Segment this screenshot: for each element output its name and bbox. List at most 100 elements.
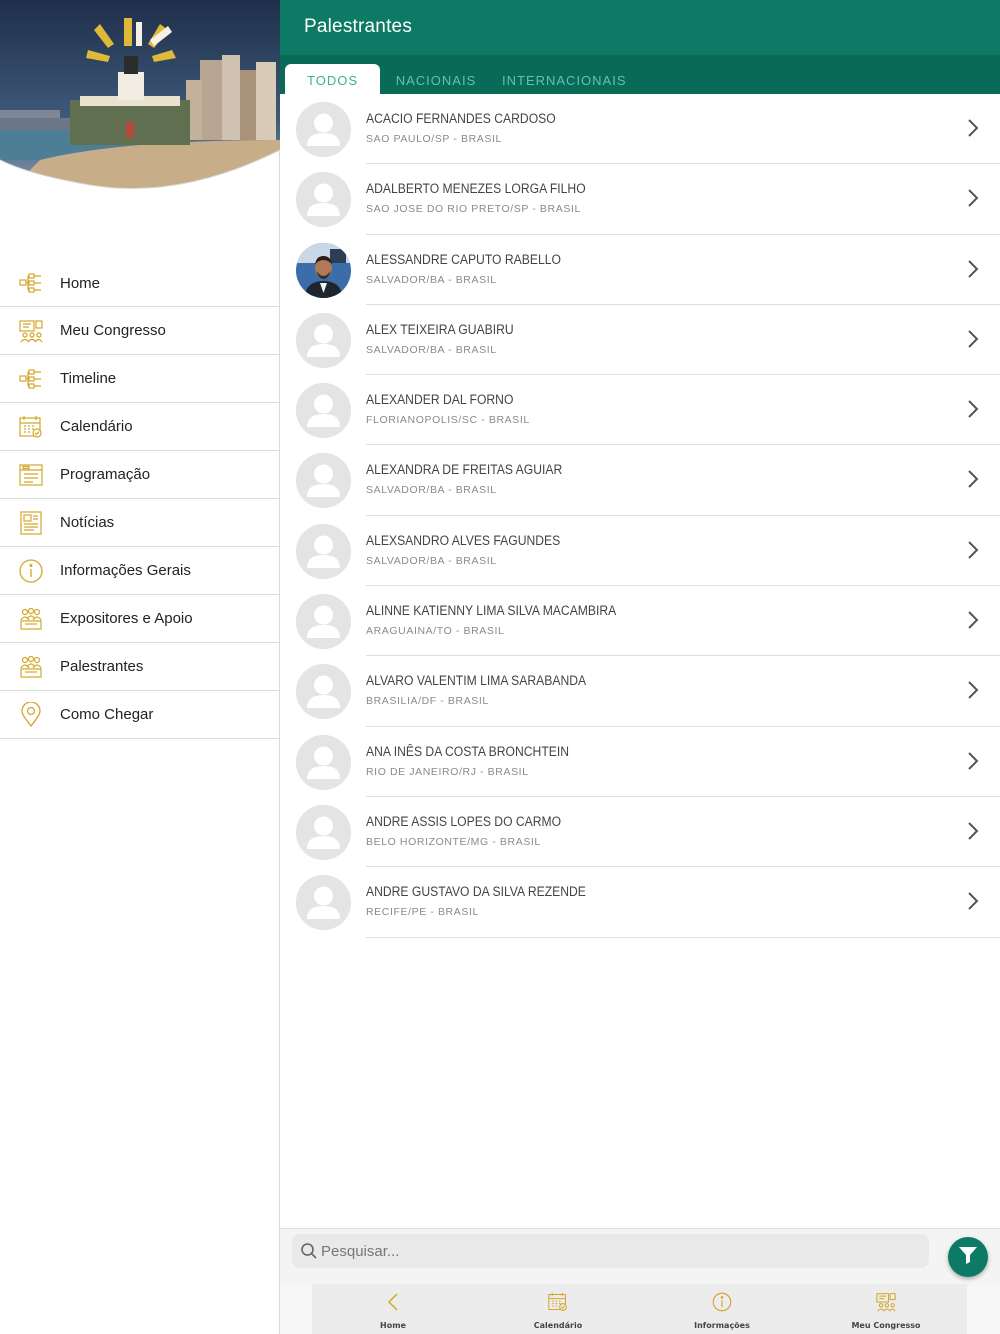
speaker-name: ACACIO FERNANDES CARDOSO [366, 111, 556, 126]
chevron-right-icon [966, 610, 980, 630]
congress-icon [846, 1290, 926, 1314]
calendar-icon [18, 414, 44, 440]
speaker-name: ALEX TEIXEIRA GUABIRU [366, 321, 514, 337]
bottom-nav-label: Meu Congresso [851, 1321, 921, 1330]
chevron-right-icon [966, 399, 980, 419]
avatar [296, 594, 351, 650]
speaker-name: ALEXANDRA DE FREITAS AGUIAR [366, 462, 563, 478]
bottom-nav-calendario[interactable]: Calendário [518, 1290, 598, 1330]
speaker-row[interactable]: ADALBERTO MENEZES LORGA FILHO SAO JOSE D… [280, 164, 1000, 235]
sidebar-item-expositores[interactable]: Expositores e Apoio [0, 595, 280, 643]
bottom-nav-informacoes[interactable]: Informações [682, 1290, 762, 1330]
chevron-right-icon [966, 188, 980, 208]
search-box [292, 1234, 929, 1268]
speaker-location: SALVADOR/BA - BRASIL [366, 554, 497, 567]
speaker-photo [296, 242, 351, 298]
speaker-name: ALVARO VALENTIM LIMA SARABANDA [366, 673, 587, 689]
person-placeholder-icon [296, 312, 351, 368]
avatar [296, 383, 351, 439]
speaker-row[interactable]: ALEX TEIXEIRA GUABIRU SALVADOR/BA - BRAS… [280, 305, 1000, 376]
speakers-icon [18, 654, 44, 680]
chevron-right-icon [966, 540, 980, 560]
avatar [296, 664, 351, 720]
tab-todos[interactable]: TODOS [285, 64, 380, 94]
speaker-location: RECIFE/PE - BRASIL [366, 906, 479, 919]
speaker-list: ACACIO FERNANDES CARDOSO SAO PAULO/SP - … [280, 94, 1000, 938]
sidebar-item-label: Calendário [60, 418, 133, 435]
sidebar-item-home[interactable]: Home [0, 260, 280, 307]
bottom-nav-meu-congresso[interactable]: Meu Congresso [846, 1290, 926, 1330]
chevron-right-icon [966, 680, 980, 700]
timeline-icon [18, 366, 44, 392]
speaker-row[interactable]: ALESSANDRE CAPUTO RABELLO SALVADOR/BA - … [280, 235, 1000, 305]
speaker-row[interactable]: ALVARO VALENTIM LIMA SARABANDA BRASILIA/… [280, 656, 1000, 727]
sidebar-item-label: Notícias [60, 514, 115, 531]
speaker-row[interactable]: ANDRE GUSTAVO DA SILVA REZENDE RECIFE/PE… [280, 867, 1000, 938]
sidebar-item-label: Programação [60, 466, 151, 483]
person-placeholder-icon [296, 523, 351, 579]
sidebar-item-programacao[interactable]: Programação [0, 451, 280, 499]
page-title: Palestrantes [304, 16, 413, 37]
speaker-location: ARAGUAINA/TO - BRASIL [366, 625, 505, 638]
tab-nacionais[interactable]: NACIONAIS [392, 64, 480, 94]
sidebar-item-calendario[interactable]: Calendário [0, 403, 280, 451]
speaker-location: BELO HORIZONTE/MG - BRASIL [366, 835, 541, 848]
sidebar-item-como-chegar[interactable]: Como Chegar [0, 691, 280, 739]
sidebar-item-label: Como Chegar [60, 706, 154, 723]
chevron-right-icon [966, 329, 980, 349]
news-icon [18, 510, 44, 536]
info-icon [18, 558, 44, 584]
speaker-row[interactable]: ACACIO FERNANDES CARDOSO SAO PAULO/SP - … [280, 94, 1000, 165]
chevron-right-icon [966, 891, 980, 911]
speaker-name: ADALBERTO MENEZES LORGA FILHO [366, 181, 586, 197]
speaker-location: SALVADOR/BA - BRASIL [366, 273, 497, 286]
chevron-right-icon [966, 821, 980, 841]
speaker-row[interactable]: ALEXANDER DAL FORNO FLORIANOPOLIS/SC - B… [280, 375, 1000, 446]
speaker-location: BRASILIA/DF - BRASIL [366, 695, 489, 708]
person-placeholder-icon [296, 594, 351, 650]
sidebar-item-noticias[interactable]: Notícias [0, 499, 280, 547]
speaker-name: ALEXANDER DAL FORNO [366, 392, 514, 408]
sidebar-item-timeline[interactable]: Timeline [0, 355, 280, 403]
speaker-row[interactable]: ANA INÊS DA COSTA BRONCHTEIN RIO DE JANE… [280, 727, 1000, 797]
speaker-name: ANDRE ASSIS LOPES DO CARMO [366, 813, 562, 829]
avatar [296, 804, 351, 860]
speaker-location: SALVADOR/BA - BRASIL [366, 484, 497, 497]
app-root: Home Meu Congresso Timeline Calendário P… [0, 0, 1000, 1334]
bottom-nav-label: Calendário [533, 1321, 583, 1330]
chevron-right-icon [966, 469, 980, 489]
chevron-right-icon [966, 751, 980, 771]
speaker-row[interactable]: ALEXSANDRO ALVES FAGUNDES SALVADOR/BA - … [280, 516, 1000, 587]
avatar [296, 102, 351, 157]
sidebar-item-informacoes-gerais[interactable]: Informações Gerais [0, 547, 280, 595]
hero-image [0, 0, 280, 200]
person-placeholder-icon [296, 172, 351, 228]
filter-button[interactable] [948, 1237, 988, 1277]
person-placeholder-icon [296, 664, 351, 720]
person-placeholder-icon [296, 875, 351, 931]
bottom-nav-home[interactable]: Home [353, 1290, 433, 1330]
search-bar-area [280, 1228, 1000, 1284]
speaker-name: ALEXSANDRO ALVES FAGUNDES [366, 532, 561, 548]
speaker-row[interactable]: ANDRE ASSIS LOPES DO CARMO BELO HORIZONT… [280, 797, 1000, 868]
avatar [296, 242, 351, 298]
back-chevron-icon [353, 1290, 433, 1314]
avatar [296, 172, 351, 228]
speaker-row[interactable]: ALINNE KATIENNY LIMA SILVA MACAMBIRA ARA… [280, 586, 1000, 657]
person-placeholder-icon [296, 383, 351, 439]
congress-icon [18, 318, 44, 344]
tab-bar: TODOS NACIONAIS INTERNACIONAIS [280, 55, 1000, 94]
tab-internacionais[interactable]: INTERNACIONAIS [502, 64, 626, 94]
speaker-location: SALVADOR/BA - BRASIL [366, 343, 497, 356]
speaker-location: FLORIANOPOLIS/SC - BRASIL [366, 414, 530, 427]
speaker-row[interactable]: ALEXANDRA DE FREITAS AGUIAR SALVADOR/BA … [280, 445, 1000, 516]
sidebar-item-label: Expositores e Apoio [60, 610, 193, 627]
sidebar-item-meu-congresso[interactable]: Meu Congresso [0, 307, 280, 355]
person-placeholder-icon [296, 734, 351, 790]
avatar [296, 523, 351, 579]
sidebar-item-palestrantes[interactable]: Palestrantes [0, 643, 280, 691]
bottom-nav-label: Home [380, 1321, 406, 1330]
search-input[interactable] [321, 1234, 921, 1268]
top-app-bar: Palestrantes [280, 0, 1000, 55]
sidebar-menu: Home Meu Congresso Timeline Calendário P… [0, 260, 280, 739]
